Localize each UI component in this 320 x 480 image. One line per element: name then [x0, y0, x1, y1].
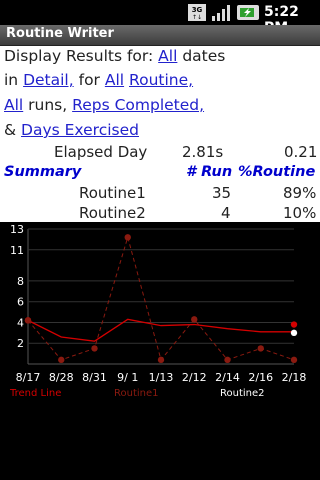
y-tick-label: 11: [10, 244, 24, 257]
legend-routine2: Routine2: [220, 388, 265, 399]
dates-filter-link[interactable]: All: [158, 47, 177, 65]
runs-all-link[interactable]: All: [4, 96, 23, 114]
trend-end-point: [290, 321, 298, 328]
y-tick-label: 8: [17, 275, 24, 288]
x-tick-label: 2/18: [282, 371, 307, 384]
display-results-label: Display Results for:: [4, 47, 154, 65]
routine-line-chart: 13 11 8 6 4 2 8/17 8/28 8/31 9/ 1 1/13 2/12 2/14 2/1…: [10, 223, 307, 384]
data-point: [290, 356, 298, 364]
legend-trend-line: Trend Line: [10, 388, 62, 399]
data-point: [224, 356, 231, 364]
x-tick-label: 1/13: [149, 371, 174, 384]
elapsed-value: 2.81s: [182, 143, 224, 161]
summary-row-name: Routine2: [79, 204, 146, 222]
x-tick-label: 8/31: [82, 371, 107, 384]
days-exercised-link[interactable]: Days Exercised: [21, 121, 139, 139]
filter-line-3: All runs, Reps Completed,: [4, 96, 204, 114]
in-label: in: [4, 71, 19, 89]
app-title: Routine Writer: [6, 26, 114, 41]
app-title-bar: Routine Writer: [0, 25, 320, 46]
battery-charging-icon: [237, 5, 259, 20]
filter-line-4: & Days Exercised: [4, 121, 139, 139]
y-tick-label: 6: [17, 296, 24, 309]
routine-all-link[interactable]: All: [105, 71, 124, 89]
runs-label: runs,: [28, 96, 68, 114]
routine-link[interactable]: Routine,: [129, 71, 193, 89]
filter-line-2: in Detail, for All Routine,: [4, 71, 193, 89]
signal-strength-icon: [212, 5, 230, 21]
x-tick-label: 9/ 1: [117, 371, 138, 384]
data-point: [91, 345, 98, 352]
data-point: [58, 356, 65, 364]
elapsed-value-2: 0.21: [284, 143, 318, 161]
ampersand-label: &: [4, 121, 17, 139]
status-bar: 3G ↑↓ 5:22 PM: [0, 0, 320, 36]
summary-row-percent: 89%: [283, 184, 317, 202]
summary-row-percent: 10%: [283, 204, 317, 222]
x-tick-label: 2/16: [248, 371, 273, 384]
x-tick-label: 2/14: [215, 371, 240, 384]
x-tick-label: 8/17: [16, 371, 41, 384]
summary-heading: Summary: [4, 164, 82, 180]
network-3g-icon: 3G ↑↓: [188, 4, 206, 21]
legend-routine1: Routine1: [114, 388, 159, 399]
dates-label: dates: [182, 47, 226, 65]
summary-row-runs: 4: [221, 204, 231, 222]
x-tick-label: 8/28: [49, 371, 74, 384]
data-point: [124, 234, 131, 241]
summary-row-runs: 35: [212, 184, 232, 202]
runs-column-header: # Run: [186, 164, 233, 180]
routine-chart: 13 11 8 6 4 2 8/17 8/28 8/31 9/ 1 1/13 2/12 2/14 2/1…: [0, 222, 320, 480]
x-tick-label: 2/12: [182, 371, 207, 384]
data-point: [257, 345, 264, 352]
series-line-1: [27, 235, 295, 361]
filter-line-1: Display Results for: All dates: [4, 47, 225, 65]
elapsed-label: Elapsed Day: [54, 143, 148, 161]
y-tick-label: 2: [17, 337, 24, 350]
data-point: [24, 317, 32, 324]
for-label: for: [78, 71, 100, 89]
data-point: [157, 356, 165, 364]
svg-text:3G: 3G: [192, 6, 203, 14]
y-tick-label: 4: [17, 316, 24, 329]
data-point: [191, 316, 198, 323]
y-tick-label: 13: [10, 223, 24, 236]
svg-text:↑↓: ↑↓: [192, 14, 202, 21]
summary-row-name: Routine1: [79, 184, 146, 202]
data-point: [290, 329, 298, 337]
reps-completed-link[interactable]: Reps Completed,: [72, 96, 204, 114]
percent-routine-column-header: %Routine: [238, 164, 316, 180]
detail-link[interactable]: Detail,: [23, 71, 74, 89]
